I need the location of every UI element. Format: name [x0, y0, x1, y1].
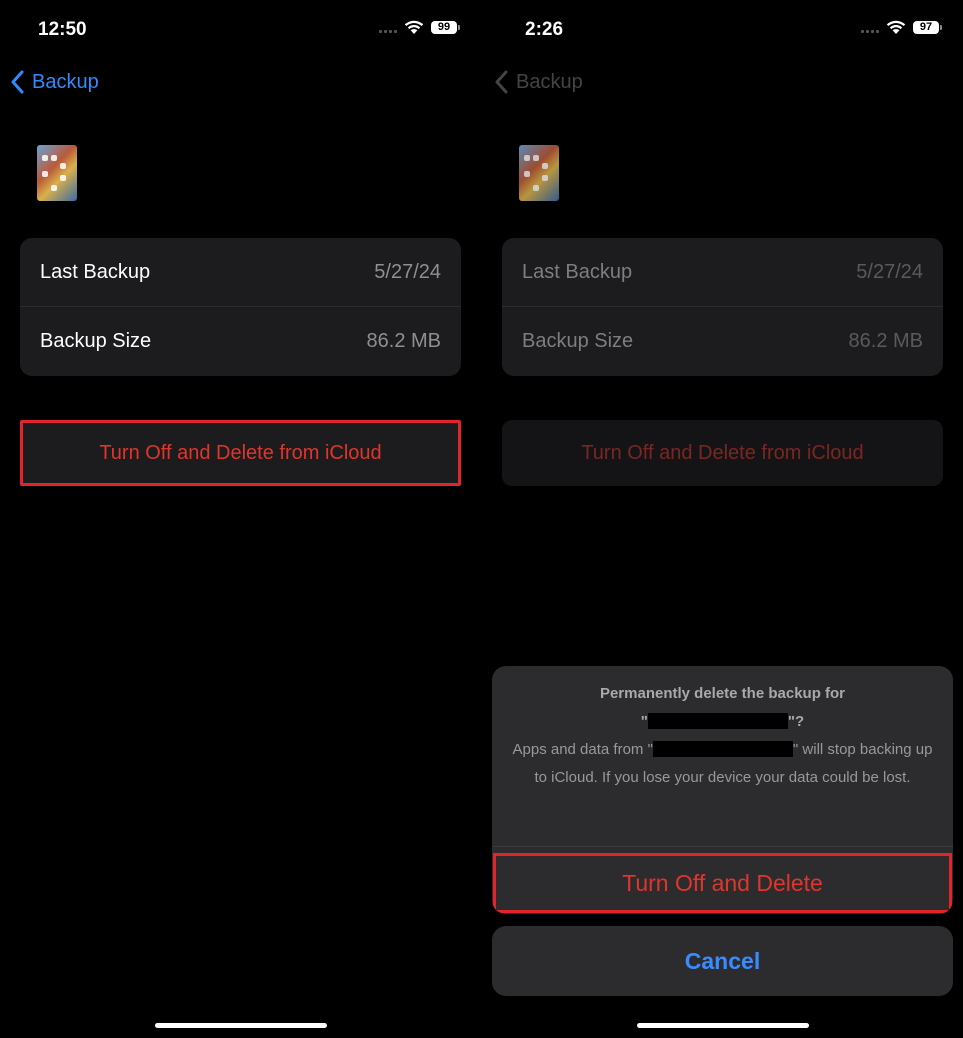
backup-size-label: Backup Size: [40, 330, 152, 352]
chevron-left-icon: [10, 70, 24, 94]
action-sheet-body-prefix: Apps and data from ": [512, 741, 653, 758]
chevron-left-icon: [494, 70, 508, 94]
cellular-signal-icon: [379, 23, 397, 33]
last-backup-value: 5/27/24: [374, 260, 441, 283]
left-screen: 12:50 99 Backup Last Backup 5/27/24 Back…: [0, 0, 481, 1038]
last-backup-label: Last Backup: [522, 260, 633, 283]
wifi-icon: [886, 20, 906, 35]
backup-size-row: Backup Size 86.2 MB: [20, 307, 461, 376]
last-backup-row: Last Backup 5/27/24: [502, 238, 943, 307]
backup-size-value: 86.2 MB: [848, 330, 923, 352]
status-time: 12:50: [38, 19, 87, 40]
turn-off-and-delete-button[interactable]: Turn Off and Delete: [493, 853, 952, 913]
backup-info-card: Last Backup 5/27/24 Backup Size 86.2 MB: [20, 238, 461, 376]
redacted-device-name: [647, 713, 788, 729]
redacted-device-name: [652, 741, 793, 757]
battery-icon: 97: [913, 21, 942, 34]
divider: [492, 846, 953, 847]
device-thumbnail: [519, 145, 559, 201]
back-label: Backup: [32, 70, 99, 93]
action-sheet-message: Permanently delete the backup for " "? Ap…: [492, 666, 953, 846]
action-sheet: Permanently delete the backup for " "? Ap…: [492, 666, 953, 914]
cancel-button[interactable]: Cancel: [492, 926, 953, 996]
wifi-icon: [404, 20, 424, 35]
backup-info-card: Last Backup 5/27/24 Backup Size 86.2 MB: [502, 238, 943, 376]
back-button[interactable]: Backup: [494, 70, 583, 94]
action-sheet-title: Permanently delete the backup for " "?: [599, 685, 846, 730]
cellular-signal-icon: [861, 23, 879, 33]
back-button[interactable]: Backup: [10, 70, 99, 94]
last-backup-row: Last Backup 5/27/24: [20, 238, 461, 307]
action-sheet-body: Apps and data from " " will stop backing …: [512, 736, 933, 792]
home-indicator[interactable]: [154, 1023, 327, 1028]
right-screen: 2:26 97 Backup Last Backup 5/27/24 Backu…: [482, 0, 963, 1038]
battery-icon: 99: [431, 21, 460, 34]
status-bar-icons: 97: [861, 20, 942, 35]
back-label: Backup: [516, 70, 583, 93]
device-thumbnail: [37, 145, 77, 201]
status-time: 2:26: [525, 19, 564, 40]
last-backup-value: 5/27/24: [856, 260, 923, 283]
backup-size-row: Backup Size 86.2 MB: [502, 307, 943, 376]
backup-size-value: 86.2 MB: [366, 330, 441, 352]
action-sheet-title-text: Permanently delete the backup for: [599, 685, 846, 702]
last-backup-label: Last Backup: [40, 260, 151, 283]
status-bar-icons: 99: [379, 20, 460, 35]
turn-off-and-delete-from-icloud-button[interactable]: Turn Off and Delete from iCloud: [502, 420, 943, 486]
backup-size-label: Backup Size: [522, 330, 634, 352]
home-indicator[interactable]: [636, 1023, 809, 1028]
turn-off-and-delete-from-icloud-button[interactable]: Turn Off and Delete from iCloud: [20, 420, 461, 486]
action-sheet-title-suffix: "?: [787, 713, 805, 730]
